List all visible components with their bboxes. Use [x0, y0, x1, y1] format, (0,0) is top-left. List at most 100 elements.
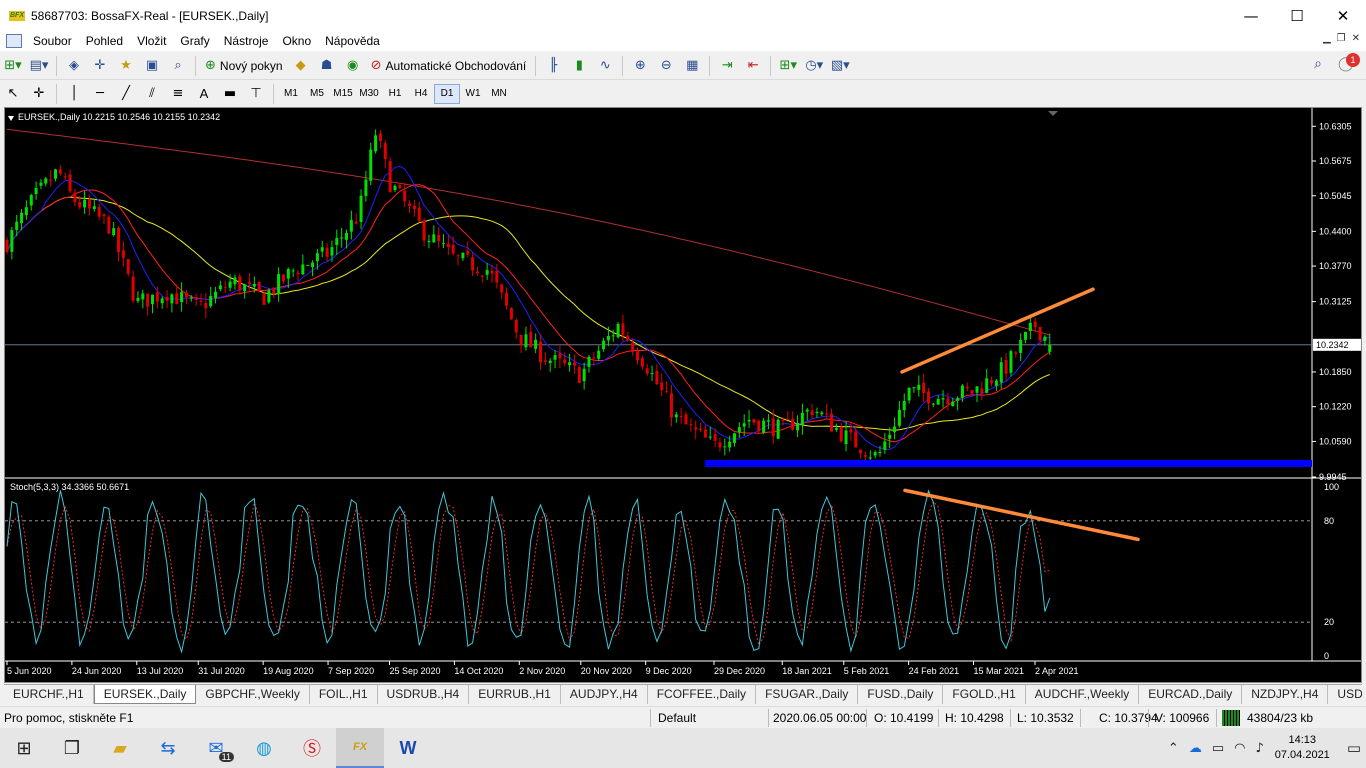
menu-napoveda[interactable]: Nápověda: [318, 34, 387, 48]
connection-status-icon[interactable]: [1222, 710, 1240, 726]
chart-tab[interactable]: GBPCHF.,Weekly: [196, 685, 310, 704]
onedrive-icon[interactable]: ☁: [1189, 741, 1202, 756]
mdi-restore-button[interactable]: ❐: [1337, 33, 1346, 44]
menu-vlozit[interactable]: Vložit: [130, 34, 173, 48]
mdi-minimize-button[interactable]: ▁: [1323, 33, 1331, 44]
chart-shift-icon[interactable]: ⇤: [742, 55, 764, 77]
chart-tab[interactable]: AUDCHF.,Weekly: [1026, 685, 1140, 704]
wifi-icon[interactable]: ◠: [1234, 741, 1245, 756]
strategy-tester-icon[interactable]: ⌕: [167, 55, 189, 77]
bar-chart-icon[interactable]: ╟: [542, 55, 564, 77]
chart-tab[interactable]: EURSEK.,Daily: [93, 685, 197, 704]
close-button[interactable]: ✕: [1320, 0, 1366, 31]
horizontal-line-icon[interactable]: ─: [89, 83, 111, 105]
timeframe-w1[interactable]: W1: [460, 84, 486, 104]
timeframe-h4[interactable]: H4: [408, 84, 434, 104]
chart-tab[interactable]: USDRUB.,H4: [378, 685, 470, 704]
vertical-line-icon[interactable]: │: [63, 83, 85, 105]
chart-tab[interactable]: FUSD.,Daily: [858, 685, 944, 704]
date-label: 18 Jan 2021: [782, 666, 832, 676]
volume-icon[interactable]: ♪: [1255, 741, 1263, 756]
autotrading-button[interactable]: ⊘ Automatické Obchodování: [368, 55, 530, 77]
timeframe-d1[interactable]: D1: [434, 83, 460, 104]
show-hidden-icons-icon[interactable]: ⌃: [1168, 741, 1179, 756]
timeframe-m5[interactable]: M5: [304, 84, 330, 104]
windows-start-icon[interactable]: ⊞: [0, 728, 48, 768]
file-explorer-icon[interactable]: ▰: [96, 728, 144, 768]
signals-icon[interactable]: ◉: [342, 55, 364, 77]
arrows-icon[interactable]: ⊤: [245, 83, 267, 105]
candle-body: [44, 178, 48, 184]
clock[interactable]: 14:13 07.04.2021: [1275, 733, 1330, 763]
timeframe-mn[interactable]: MN: [486, 84, 512, 104]
indicators-icon[interactable]: ⊞▾: [777, 55, 799, 77]
chart-tab[interactable]: AUDJPY.,H4: [561, 685, 648, 704]
chart-tab[interactable]: USDC: [1328, 685, 1362, 704]
candle-body: [49, 179, 53, 181]
navigator-icon[interactable]: ★: [115, 55, 137, 77]
word-icon[interactable]: W: [384, 728, 432, 768]
crosshair-icon[interactable]: ✛: [28, 83, 50, 105]
candle-body: [34, 188, 38, 195]
chart-tab[interactable]: NZDJPY.,H4: [1242, 685, 1329, 704]
edge-icon[interactable]: ◍: [240, 728, 288, 768]
periods-icon[interactable]: ◷▾: [803, 55, 825, 77]
chart-tab[interactable]: FCOFFEE.,Daily: [648, 685, 757, 704]
data-window-icon[interactable]: ✛: [89, 55, 111, 77]
profiles-icon[interactable]: ▤▾: [28, 55, 50, 77]
new-chart-icon[interactable]: ⊞▾: [2, 55, 24, 77]
tile-windows-icon[interactable]: ▦: [681, 55, 703, 77]
task-view-icon[interactable]: ❐: [48, 728, 96, 768]
chart-window[interactable]: 10.6305 10.5675 10.5045 10.4400 10.3770 10.31…: [4, 107, 1362, 683]
bossafx-taskbar-icon[interactable]: FX: [336, 728, 384, 768]
market-watch-icon[interactable]: ◈: [63, 55, 85, 77]
new-order-button[interactable]: ⊕ Nový pokyn: [202, 55, 286, 77]
fibonacci-icon[interactable]: ≡: [167, 83, 189, 105]
chart-tab[interactable]: FGOLD.,H1: [943, 685, 1026, 704]
chart-tab[interactable]: FSUGAR.,Daily: [756, 685, 859, 704]
menu-okno[interactable]: Okno: [275, 34, 318, 48]
channel-icon[interactable]: ⫽: [141, 83, 163, 105]
text-icon[interactable]: A: [193, 83, 215, 105]
metaeditor-icon[interactable]: ◆: [290, 55, 312, 77]
candlestick-icon[interactable]: ▮: [568, 55, 590, 77]
chart-tab[interactable]: EURCAD.,Daily: [1139, 685, 1243, 704]
auto-scroll-icon[interactable]: ⇥: [716, 55, 738, 77]
timeframe-m30[interactable]: M30: [356, 84, 382, 104]
support-zone: [705, 459, 1312, 467]
maximize-button[interactable]: ☐: [1274, 0, 1320, 31]
battery-icon[interactable]: ▭: [1212, 741, 1224, 756]
minimize-button[interactable]: —: [1228, 0, 1274, 31]
chart-tab[interactable]: FOIL.,H1: [310, 685, 378, 704]
search-icon[interactable]: ⌕: [1314, 56, 1322, 72]
chart-canvas[interactable]: 10.6305 10.5675 10.5045 10.4400 10.3770 10.31…: [5, 108, 1362, 683]
timeframe-h1[interactable]: H1: [382, 84, 408, 104]
community-icon[interactable]: ☗: [316, 55, 338, 77]
chart-tab[interactable]: EURCHF.,H1: [4, 685, 94, 704]
teamviewer-icon[interactable]: ⇆: [144, 728, 192, 768]
menu-grafy[interactable]: Grafy: [173, 34, 216, 48]
candle-body: [699, 428, 703, 430]
chart-window-icon[interactable]: [6, 34, 22, 48]
line-chart-icon[interactable]: ∿: [594, 55, 616, 77]
cursor-icon[interactable]: ↖: [2, 83, 24, 105]
timeframe-m1[interactable]: M1: [278, 84, 304, 104]
action-center-icon[interactable]: ▭: [1347, 739, 1361, 757]
menu-soubor[interactable]: Soubor: [26, 34, 79, 48]
mdi-close-button[interactable]: ✕: [1352, 33, 1360, 44]
notifications-icon[interactable]: ◯ 1: [1338, 53, 1360, 74]
candle-body: [863, 455, 867, 457]
app-s-icon[interactable]: Ⓢ: [288, 728, 336, 768]
zoom-in-icon[interactable]: ⊕: [629, 55, 651, 77]
terminal-icon[interactable]: ▣: [141, 55, 163, 77]
menu-pohled[interactable]: Pohled: [79, 34, 130, 48]
templates-icon[interactable]: ▧▾: [829, 55, 851, 77]
candle-body: [475, 271, 479, 274]
label-icon[interactable]: ▬: [219, 83, 241, 105]
menu-nastroje[interactable]: Nástroje: [217, 34, 276, 48]
trendline-icon[interactable]: ╱: [115, 83, 137, 105]
mail-icon[interactable]: ✉ 11: [192, 728, 240, 768]
timeframe-m15[interactable]: M15: [330, 84, 356, 104]
chart-tab[interactable]: EURRUB.,H1: [469, 685, 561, 704]
zoom-out-icon[interactable]: ⊖: [655, 55, 677, 77]
